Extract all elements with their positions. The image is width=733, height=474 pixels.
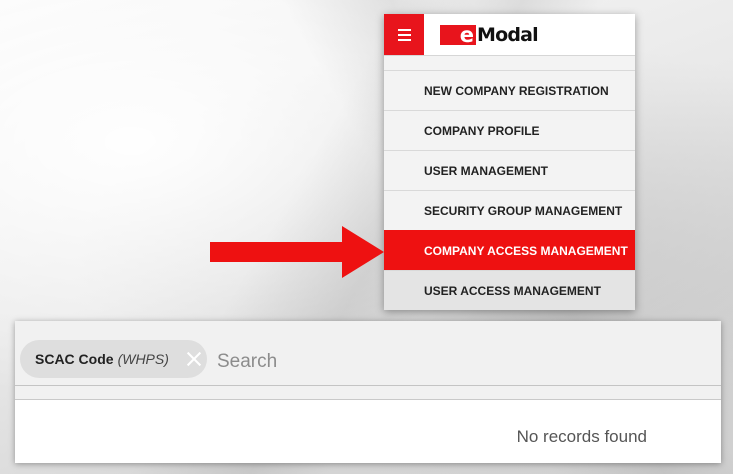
menu-item-new-company-registration[interactable]: NEW COMPANY REGISTRATION	[384, 70, 635, 110]
hamburger-icon[interactable]	[384, 14, 424, 55]
menu-item-user-access-management[interactable]: USER ACCESS MANAGEMENT	[384, 270, 635, 310]
right-arrow-icon	[210, 226, 384, 278]
emodal-logo[interactable]: e Modal	[440, 24, 539, 46]
search-bar: SCAC Code (WHPS)	[15, 321, 721, 386]
menu-item-company-profile[interactable]: COMPANY PROFILE	[384, 110, 635, 150]
menu-item-user-management[interactable]: USER MANAGEMENT	[384, 150, 635, 190]
menu-header: e Modal	[384, 14, 635, 56]
close-icon[interactable]	[185, 350, 203, 368]
table-header-bar	[15, 386, 721, 400]
chip-value: (WHPS)	[117, 351, 169, 367]
logo-wordmark: Modal	[477, 24, 539, 46]
filter-chip-scac-code[interactable]: SCAC Code (WHPS)	[20, 340, 207, 378]
search-results-panel: SCAC Code (WHPS) No records found	[15, 321, 721, 463]
logo-mark: e	[440, 25, 476, 46]
search-input[interactable]	[217, 347, 707, 377]
empty-results-message: No records found	[516, 427, 647, 446]
menu-item-security-group-management[interactable]: SECURITY GROUP MANAGEMENT	[384, 190, 635, 230]
chip-label: SCAC Code	[35, 351, 114, 367]
menu-item-company-access-management[interactable]: COMPANY ACCESS MANAGEMENT	[384, 230, 635, 270]
navigation-menu: e Modal NEW COMPANY REGISTRATION COMPANY…	[384, 14, 635, 310]
